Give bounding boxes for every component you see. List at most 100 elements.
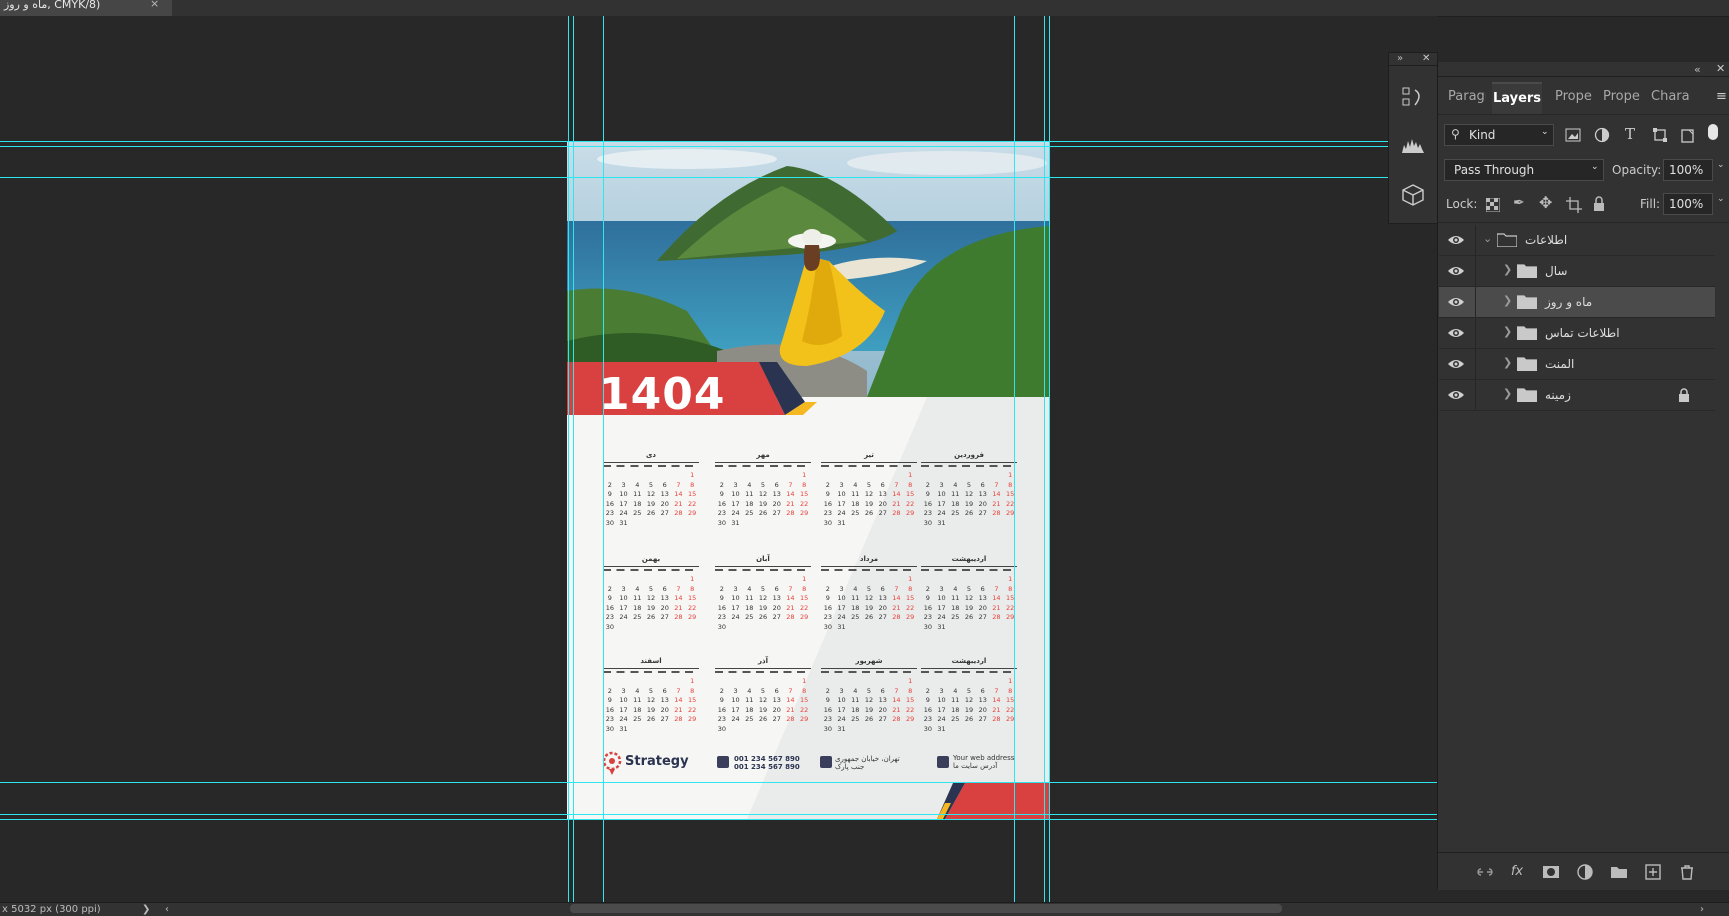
day-cell: 24	[937, 613, 946, 622]
panel-collapse-icon[interactable]: «	[1694, 63, 1701, 76]
filter-shape-icon[interactable]	[1652, 127, 1668, 143]
layer-row[interactable]: ❯ اطلاعات تماس	[1439, 318, 1715, 349]
filter-adjustment-icon[interactable]	[1594, 127, 1610, 143]
adjustment-layer-icon[interactable]	[1576, 863, 1594, 881]
3d-icon[interactable]	[1401, 183, 1425, 207]
layer-row[interactable]: ❯ زمینه	[1439, 380, 1715, 411]
guide-horizontal[interactable]	[0, 819, 1437, 820]
day-cell	[658, 677, 672, 687]
day-cell: 28	[786, 715, 795, 724]
day-cell: 9	[719, 490, 724, 499]
document-canvas[interactable]: 1404 فروردین 1 2 3 4 5 6 7 8 9 10 11 12 13 14 15 16 17 18 1…	[567, 141, 1049, 819]
chevron-right-icon[interactable]: ❯	[1503, 263, 1512, 276]
day-cell: 16	[823, 499, 832, 508]
day-cell: 19	[864, 499, 874, 508]
scroll-right-icon[interactable]: ›	[1700, 903, 1704, 916]
month-days-grid: 1 2 3 4 5 6 7 8 9 10 11 12 13 14 15 16 17 18 19 20 21 22 23 24 2…	[715, 677, 811, 735]
guide-horizontal[interactable]	[0, 782, 1437, 783]
fill-input[interactable]: 100%	[1663, 193, 1713, 215]
opacity-chevron-icon[interactable]: ⌄	[1717, 160, 1725, 170]
chevron-down-icon[interactable]: ⌄	[1483, 232, 1492, 245]
guide-vertical[interactable]	[603, 16, 604, 902]
layer-row[interactable]: ❯ سال	[1439, 256, 1715, 287]
mini-panel-close-icon[interactable]: ✕	[1422, 53, 1430, 64]
layer-row[interactable]: ⌄ اطلاعات	[1439, 225, 1715, 256]
panel-menu-icon[interactable]: ≡	[1716, 82, 1729, 112]
day-cell: 26	[758, 613, 768, 622]
day-cell: 30	[605, 518, 614, 527]
new-layer-icon[interactable]	[1644, 863, 1662, 881]
guide-vertical[interactable]	[1049, 16, 1050, 902]
fill-chevron-icon[interactable]: ⌄	[1717, 194, 1725, 204]
guide-horizontal[interactable]	[0, 141, 1388, 142]
histogram-icon[interactable]	[1401, 135, 1425, 155]
history-icon[interactable]	[1401, 85, 1425, 109]
filter-toggle[interactable]	[1708, 124, 1718, 140]
guide-vertical[interactable]	[1044, 16, 1045, 902]
day-cell: 14	[674, 594, 683, 603]
visibility-eye-icon[interactable]	[1447, 233, 1465, 247]
guide-horizontal[interactable]	[0, 814, 1437, 815]
filter-smart-object-icon[interactable]	[1680, 127, 1696, 143]
tab-properties-2[interactable]: Prope	[1603, 82, 1641, 112]
day-cell: 6	[980, 584, 985, 593]
tab-layers[interactable]: Layers	[1492, 82, 1542, 114]
mini-panel-collapse-icon[interactable]: »	[1397, 53, 1403, 64]
blend-mode-select[interactable]: Pass Through ⌄	[1444, 159, 1604, 181]
guide-vertical[interactable]	[573, 16, 574, 902]
month-block: اسفند 1 2 3 4 5 6 7 8 9 10 11 12 13 14 15 16 17 18 19 20 21 22…	[603, 657, 699, 747]
visibility-eye-icon[interactable]	[1447, 264, 1465, 278]
visibility-eye-icon[interactable]	[1447, 388, 1465, 402]
day-cell: 14	[992, 594, 1001, 603]
lock-image-pixels-icon[interactable]: ✒	[1513, 195, 1525, 211]
lock-artboard-icon[interactable]	[1566, 197, 1582, 213]
fx-icon[interactable]: fx	[1508, 863, 1526, 881]
layer-row[interactable]: ❯ ماه و روز	[1439, 287, 1715, 318]
lock-transparent-pixels-icon[interactable]	[1486, 198, 1500, 212]
status-menu-arrow-icon[interactable]: ❯	[142, 903, 150, 916]
chevron-right-icon[interactable]: ❯	[1503, 294, 1512, 307]
add-mask-icon[interactable]	[1542, 863, 1560, 881]
day-cell	[948, 677, 962, 687]
panel-close-icon[interactable]: ✕	[1716, 62, 1725, 75]
document-tab-close-icon[interactable]: ×	[150, 0, 159, 9]
layer-filter-kind-select[interactable]: ⚲ Kind ⌄	[1444, 124, 1554, 146]
link-layers-icon[interactable]	[1476, 863, 1494, 881]
footer-web-1: Your web address	[953, 754, 1015, 762]
visibility-eye-icon[interactable]	[1447, 326, 1465, 340]
day-cell: 27	[772, 613, 781, 622]
guide-vertical[interactable]	[1014, 16, 1015, 902]
day-cell: 3	[939, 584, 944, 593]
day-cell	[935, 575, 949, 585]
visibility-eye-icon[interactable]	[1447, 295, 1465, 309]
scroll-left-icon[interactable]: ‹	[165, 903, 169, 916]
day-cell: 13	[978, 696, 987, 705]
opacity-input[interactable]: 100%	[1663, 159, 1713, 181]
day-cell: 5	[648, 584, 654, 593]
horizontal-scrollbar[interactable]	[570, 904, 1282, 913]
day-cell: 16	[923, 499, 932, 508]
chevron-right-icon[interactable]: ❯	[1503, 387, 1512, 400]
layer-name: اطلاعات تماس	[1545, 326, 1620, 340]
tab-character[interactable]: Charac	[1651, 82, 1689, 112]
new-group-icon[interactable]	[1610, 863, 1628, 881]
guide-horizontal[interactable]	[0, 146, 1388, 147]
filter-type-icon[interactable]: T	[1625, 125, 1635, 143]
chevron-right-icon[interactable]: ❯	[1503, 356, 1512, 369]
day-cell: 1	[908, 575, 913, 583]
guide-vertical[interactable]	[568, 16, 569, 902]
guide-horizontal[interactable]	[0, 177, 1388, 178]
filter-pixel-icon[interactable]	[1565, 128, 1581, 142]
document-tab[interactable]: ماه و روز, CMYK/8)	[0, 0, 172, 16]
visibility-eye-icon[interactable]	[1447, 357, 1465, 371]
tab-properties-1[interactable]: Prope	[1555, 82, 1593, 112]
delete-layer-icon[interactable]	[1678, 863, 1696, 881]
tab-paragraph[interactable]: Paragr	[1448, 82, 1486, 112]
chevron-right-icon[interactable]: ❯	[1503, 325, 1512, 338]
day-cell: 5	[866, 686, 872, 695]
lock-all-icon[interactable]	[1593, 196, 1605, 212]
day-cell	[756, 471, 770, 481]
month-block: فروردین 1 2 3 4 5 6 7 8 9 10 11 12 13 14 15 16 17 18 19 20 21…	[921, 451, 1017, 541]
lock-position-icon[interactable]: ✥	[1539, 193, 1552, 212]
layer-row[interactable]: ❯ المنت	[1439, 349, 1715, 380]
